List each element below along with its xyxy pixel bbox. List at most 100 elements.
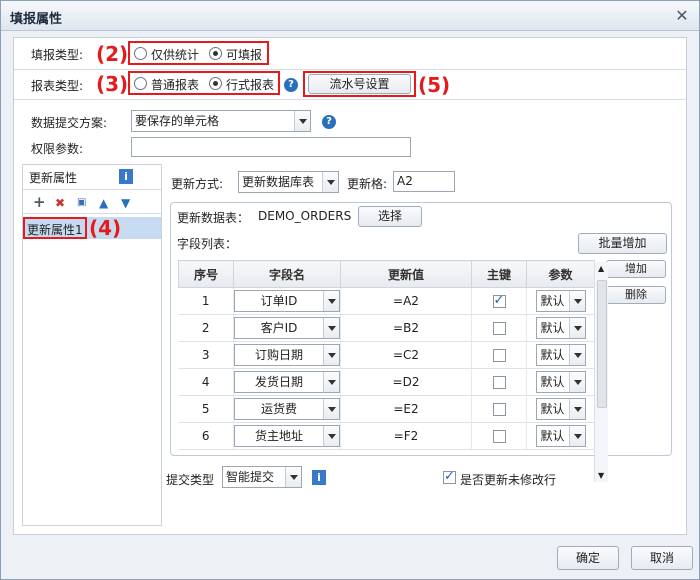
- update-value[interactable]: =B2: [340, 314, 472, 342]
- add-icon[interactable]: +: [33, 195, 46, 210]
- radio-stat-only[interactable]: [134, 47, 147, 60]
- sidebar-item-update-1[interactable]: 更新属性1 (4): [23, 217, 161, 239]
- info-icon[interactable]: i: [119, 169, 133, 184]
- chevron-down-icon: [285, 467, 301, 487]
- chevron-down-icon: [323, 345, 339, 365]
- dialog-title: 填报属性: [10, 12, 63, 27]
- dialog-window: 填报属性 ✕ 填报类型: (2) 仅供统计 可填报 报表类型: (3) 普通报表…: [0, 0, 700, 580]
- chevron-down-icon: [568, 318, 585, 338]
- radio-row-report[interactable]: [209, 77, 222, 90]
- chevron-down-icon: [568, 426, 585, 446]
- cancel-button[interactable]: 取消: [631, 546, 693, 570]
- marker-4: (4): [89, 216, 122, 240]
- delete-field-button[interactable]: 删除: [606, 286, 666, 304]
- table-row: 6 货主地址 =F2 默认: [178, 422, 595, 450]
- header-key: 主键: [471, 260, 527, 288]
- marker-3: (3): [96, 72, 129, 96]
- divider: [23, 213, 161, 214]
- permission-label: 权限参数:: [31, 142, 84, 156]
- marker-5: (5): [418, 73, 451, 97]
- update-value[interactable]: =D2: [340, 368, 472, 396]
- radio-row-report-label: 行式报表: [226, 78, 275, 92]
- copy-icon[interactable]: ▣: [77, 196, 86, 210]
- param-value: 默认: [540, 402, 565, 416]
- header-no: 序号: [178, 260, 234, 288]
- param-select[interactable]: 默认: [535, 398, 586, 420]
- row-no: 6: [178, 422, 234, 450]
- main-panel: 填报类型: (2) 仅供统计 可填报 报表类型: (3) 普通报表 行式报表 ?…: [13, 37, 687, 535]
- fields-label: 字段列表：: [177, 237, 238, 251]
- divider: [23, 189, 161, 190]
- help-icon[interactable]: ?: [284, 78, 298, 92]
- primary-key-checkbox[interactable]: [492, 430, 506, 443]
- select-table-button[interactable]: 选择: [358, 206, 422, 227]
- radio-normal-report[interactable]: [134, 77, 147, 90]
- update-value[interactable]: =E2: [340, 395, 472, 423]
- scroll-down-icon[interactable]: ▼: [598, 471, 604, 480]
- chevron-down-icon: [568, 291, 585, 311]
- primary-key-checkbox[interactable]: [492, 376, 506, 389]
- add-field-button[interactable]: 增加: [606, 260, 666, 278]
- fill-type-label: 填报类型:: [31, 48, 84, 62]
- help-icon[interactable]: ?: [322, 115, 336, 129]
- field-value: 订单ID: [260, 294, 298, 308]
- update-mode-select[interactable]: 更新数据库表: [238, 171, 339, 193]
- update-unmodified-checkbox[interactable]: [443, 469, 456, 484]
- param-select[interactable]: 默认: [535, 290, 586, 312]
- scroll-thumb[interactable]: [597, 280, 607, 408]
- ok-button[interactable]: 确定: [557, 546, 619, 570]
- field-select[interactable]: 订单ID: [234, 290, 340, 312]
- primary-key-checkbox[interactable]: [492, 349, 506, 362]
- field-value: 客户ID: [260, 321, 298, 335]
- batch-add-button[interactable]: 批量增加: [578, 233, 667, 254]
- field-select[interactable]: 客户ID: [234, 317, 340, 339]
- chevron-down-icon: [568, 399, 585, 419]
- row-no: 3: [178, 341, 234, 369]
- row-no: 4: [178, 368, 234, 396]
- submit-type-label: 提交类型: [166, 473, 215, 487]
- primary-key-checkbox[interactable]: [492, 322, 506, 335]
- param-value: 默认: [540, 375, 565, 389]
- move-down-icon[interactable]: ▼: [121, 196, 130, 210]
- submit-scheme-value: 要保存的单元格: [135, 114, 220, 128]
- primary-key-checkbox[interactable]: [492, 403, 506, 416]
- chevron-down-icon: [323, 318, 339, 338]
- table-row: 4 发货日期 =D2 默认: [178, 368, 595, 396]
- serial-number-button[interactable]: 流水号设置: [308, 74, 411, 94]
- close-icon[interactable]: ✕: [673, 7, 691, 25]
- submit-type-value: 智能提交: [226, 470, 275, 484]
- chevron-down-icon: [323, 372, 339, 392]
- info-icon[interactable]: i: [312, 470, 326, 485]
- update-value[interactable]: =A2: [340, 287, 472, 315]
- table-row: 1 订单ID =A2 默认: [178, 287, 595, 315]
- field-select[interactable]: 货主地址: [234, 425, 340, 447]
- update-value[interactable]: =F2: [340, 422, 472, 450]
- update-mode-label: 更新方式:: [171, 177, 224, 191]
- update-table-value: DEMO_ORDERS: [258, 209, 352, 223]
- chevron-down-icon: [322, 172, 338, 192]
- table-row: 5 运货费 =E2 默认: [178, 395, 595, 423]
- delete-icon[interactable]: ✖: [55, 196, 65, 210]
- update-value[interactable]: =C2: [340, 341, 472, 369]
- param-value: 默认: [540, 429, 565, 443]
- field-select[interactable]: 订购日期: [234, 344, 340, 366]
- permission-input[interactable]: [131, 137, 411, 157]
- field-value: 发货日期: [254, 375, 303, 389]
- submit-type-select[interactable]: 智能提交: [222, 466, 302, 488]
- param-select[interactable]: 默认: [535, 317, 586, 339]
- table-scrollbar[interactable]: ▲ ▼: [594, 262, 608, 482]
- field-select[interactable]: 运货费: [234, 398, 340, 420]
- param-select[interactable]: 默认: [535, 344, 586, 366]
- title-bar: 填报属性 ✕: [1, 1, 699, 31]
- submit-scheme-label: 数据提交方案:: [31, 116, 108, 130]
- move-up-icon[interactable]: ▲: [99, 196, 108, 210]
- radio-fillable[interactable]: [209, 47, 222, 60]
- update-cell-input[interactable]: A2: [393, 171, 455, 192]
- param-select[interactable]: 默认: [535, 371, 586, 393]
- table-row: 3 订购日期 =C2 默认: [178, 341, 595, 369]
- scroll-up-icon[interactable]: ▲: [598, 264, 604, 273]
- field-select[interactable]: 发货日期: [234, 371, 340, 393]
- primary-key-checkbox[interactable]: [492, 293, 506, 308]
- param-select[interactable]: 默认: [535, 425, 586, 447]
- submit-scheme-select[interactable]: 要保存的单元格: [131, 110, 311, 132]
